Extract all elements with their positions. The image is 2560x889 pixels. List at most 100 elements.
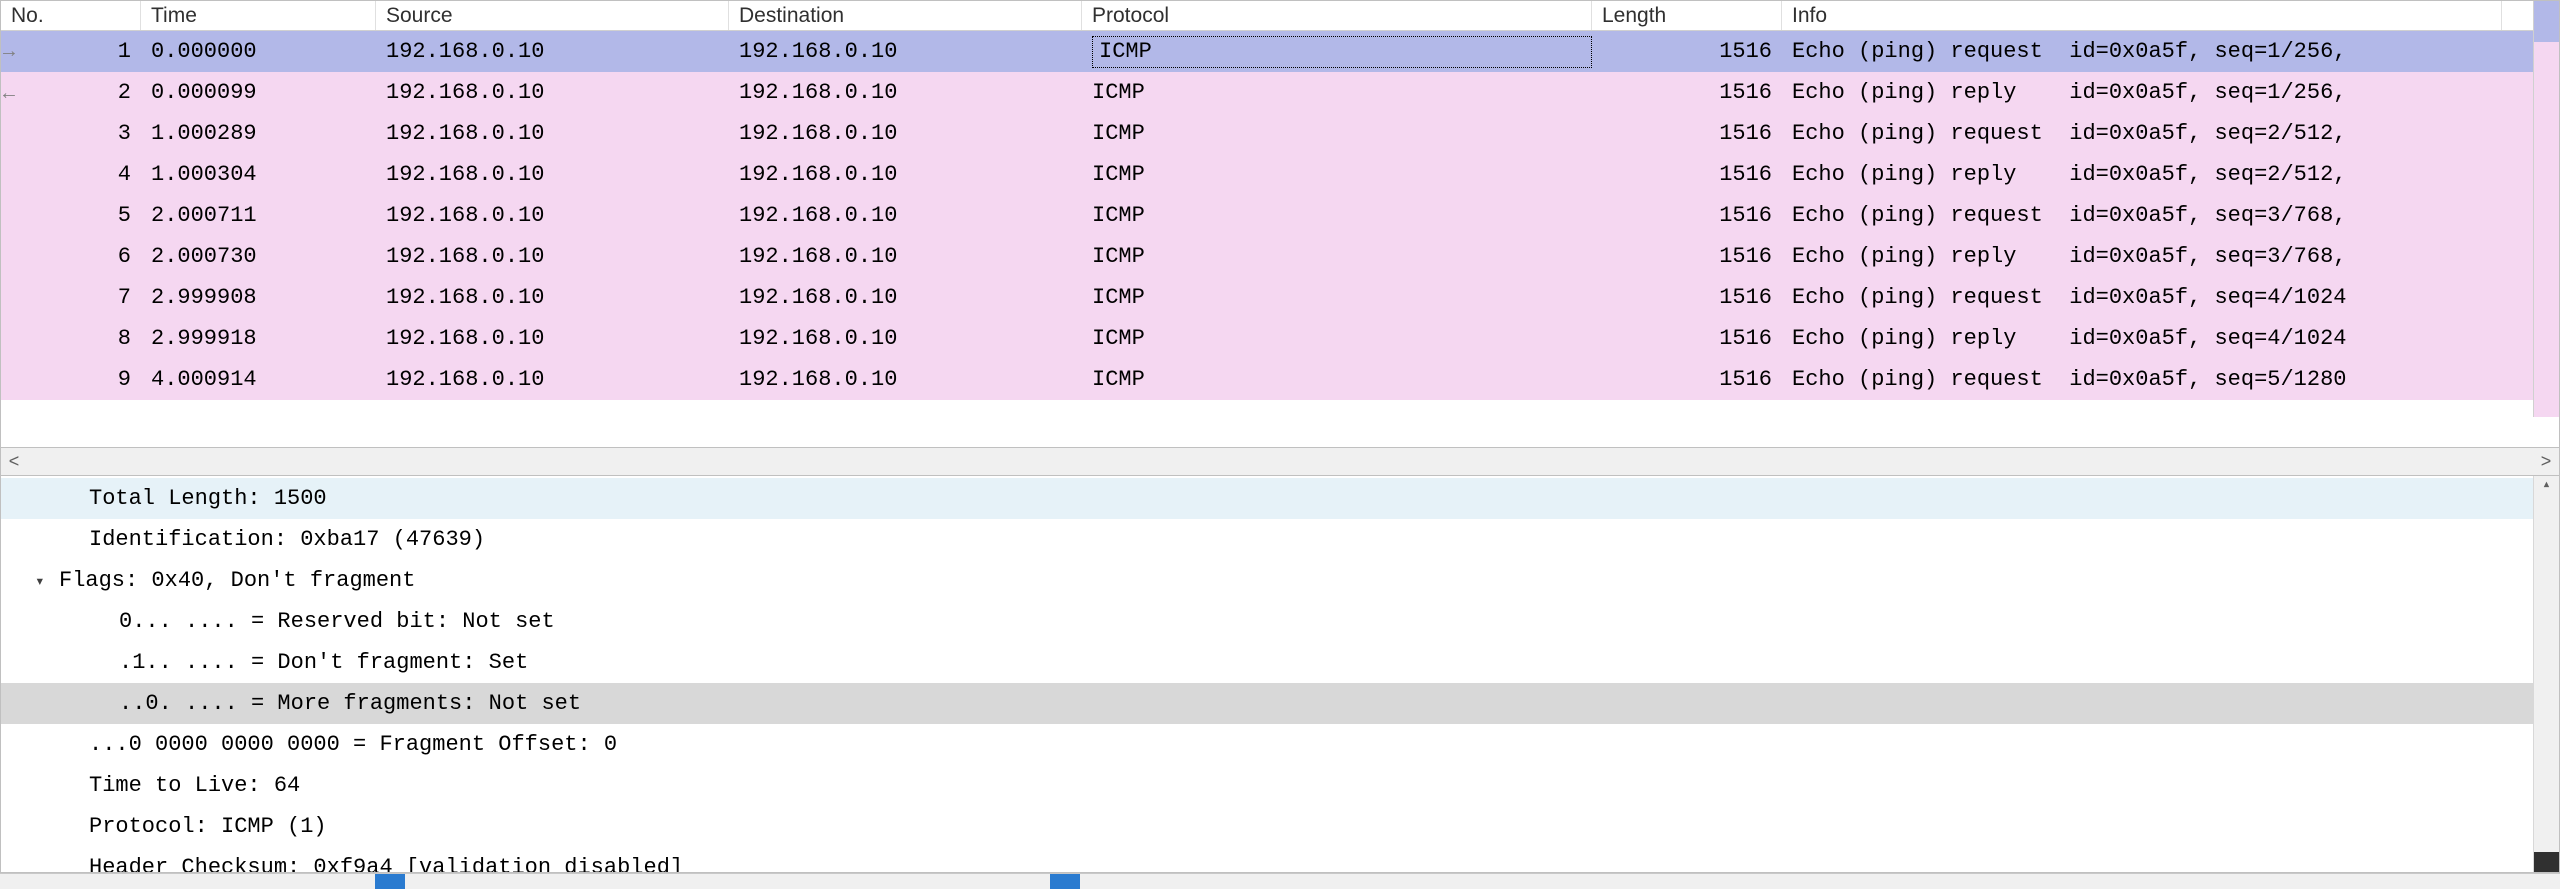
cell-time: 2.999918: [141, 318, 376, 359]
cell-time: 2.000730: [141, 236, 376, 277]
cell-source: 192.168.0.10: [376, 113, 729, 154]
packet-list-pane[interactable]: No. Time Source Destination Protocol Len…: [0, 0, 2560, 448]
cell-protocol: ICMP: [1082, 72, 1592, 113]
cell-destination: 192.168.0.10: [729, 72, 1082, 113]
detail-dont-fragment[interactable]: .1.. .... = Don't fragment: Set: [1, 642, 2559, 683]
detail-ttl[interactable]: Time to Live: 64: [1, 765, 2559, 806]
cell-info: Echo (ping) reply id=0x0a5f, seq=3/768,: [1782, 236, 2502, 277]
cell-no: 2: [1, 72, 141, 113]
cell-destination: 192.168.0.10: [729, 113, 1082, 154]
cell-source: 192.168.0.10: [376, 236, 729, 277]
cell-source: 192.168.0.10: [376, 72, 729, 113]
cell-source: 192.168.0.10: [376, 31, 729, 72]
cell-info: Echo (ping) request id=0x0a5f, seq=1/256…: [1782, 31, 2502, 72]
cell-length: 1516: [1592, 31, 1782, 72]
table-row[interactable]: 82.999918192.168.0.10192.168.0.10ICMP151…: [1, 318, 2533, 359]
cell-time: 1.000289: [141, 113, 376, 154]
cell-length: 1516: [1592, 195, 1782, 236]
cell-info: Echo (ping) request id=0x0a5f, seq=2/512…: [1782, 113, 2502, 154]
details-vscrollbar[interactable]: ▴ ▾: [2533, 476, 2559, 872]
cell-no: 6: [1, 236, 141, 277]
scroll-up-button[interactable]: ▴: [2534, 476, 2559, 500]
cell-no: 7: [1, 277, 141, 318]
cell-destination: 192.168.0.10: [729, 318, 1082, 359]
detail-checksum[interactable]: Header Checksum: 0xf9a4 [validation disa…: [1, 847, 2559, 873]
cell-no: 9: [1, 359, 141, 400]
chevron-down-icon[interactable]: ▾: [35, 571, 59, 591]
cell-time: 2.000711: [141, 195, 376, 236]
table-row[interactable]: 72.999908192.168.0.10192.168.0.10ICMP151…: [1, 277, 2533, 318]
table-row[interactable]: 94.000914192.168.0.10192.168.0.10ICMP151…: [1, 359, 2533, 400]
detail-reserved-bit[interactable]: 0... .... = Reserved bit: Not set: [1, 601, 2559, 642]
scroll-right-button[interactable]: >: [2533, 451, 2559, 472]
detail-total-length[interactable]: Total Length: 1500: [1, 478, 2559, 519]
cell-time: 0.000099: [141, 72, 376, 113]
table-row[interactable]: 31.000289192.168.0.10192.168.0.10ICMP151…: [1, 113, 2533, 154]
packet-list-header[interactable]: No. Time Source Destination Protocol Len…: [1, 1, 2533, 31]
status-marker-1: [375, 874, 405, 889]
cell-length: 1516: [1592, 236, 1782, 277]
cell-length: 1516: [1592, 113, 1782, 154]
col-header-source[interactable]: Source: [376, 1, 729, 30]
status-strip: [0, 873, 2560, 889]
detail-fragment-offset[interactable]: ...0 0000 0000 0000 = Fragment Offset: 0: [1, 724, 2559, 765]
cell-protocol: ICMP: [1082, 195, 1592, 236]
cell-protocol: ICMP: [1082, 154, 1592, 195]
packet-list-hscrollbar[interactable]: < >: [0, 448, 2560, 476]
detail-flags[interactable]: ▾Flags: 0x40, Don't fragment: [1, 560, 2559, 601]
cell-destination: 192.168.0.10: [729, 236, 1082, 277]
cell-source: 192.168.0.10: [376, 318, 729, 359]
cell-info: Echo (ping) reply id=0x0a5f, seq=1/256,: [1782, 72, 2502, 113]
cell-no: 8: [1, 318, 141, 359]
cell-destination: 192.168.0.10: [729, 277, 1082, 318]
cell-source: 192.168.0.10: [376, 359, 729, 400]
cell-time: 0.000000: [141, 31, 376, 72]
status-marker-2: [1050, 874, 1080, 889]
col-header-destination[interactable]: Destination: [729, 1, 1082, 30]
detail-protocol[interactable]: Protocol: ICMP (1): [1, 806, 2559, 847]
cell-protocol: ICMP: [1082, 318, 1592, 359]
cell-destination: 192.168.0.10: [729, 31, 1082, 72]
cell-no: 4: [1, 154, 141, 195]
col-header-protocol[interactable]: Protocol: [1082, 1, 1592, 30]
col-header-length[interactable]: Length: [1592, 1, 1782, 30]
scroll-corner: [2534, 852, 2559, 872]
detail-flags-label: Flags: 0x40, Don't fragment: [59, 568, 415, 593]
cell-length: 1516: [1592, 359, 1782, 400]
cell-destination: 192.168.0.10: [729, 195, 1082, 236]
cell-info: Echo (ping) request id=0x0a5f, seq=4/102…: [1782, 277, 2502, 318]
cell-info: Echo (ping) reply id=0x0a5f, seq=4/1024: [1782, 318, 2502, 359]
table-row[interactable]: 52.000711192.168.0.10192.168.0.10ICMP151…: [1, 195, 2533, 236]
detail-more-fragments[interactable]: ..0. .... = More fragments: Not set: [1, 683, 2559, 724]
cell-protocol: ICMP: [1082, 113, 1592, 154]
cell-info: Echo (ping) request id=0x0a5f, seq=5/128…: [1782, 359, 2502, 400]
col-header-time[interactable]: Time: [141, 1, 376, 30]
cell-destination: 192.168.0.10: [729, 359, 1082, 400]
cell-length: 1516: [1592, 277, 1782, 318]
minimap-selection: [2534, 1, 2559, 42]
packet-list-minimap[interactable]: [2533, 1, 2559, 417]
col-header-info[interactable]: Info: [1782, 1, 2502, 30]
col-header-no[interactable]: No.: [1, 1, 141, 30]
cell-time: 4.000914: [141, 359, 376, 400]
packet-details-pane[interactable]: Total Length: 1500 Identification: 0xba1…: [0, 476, 2560, 873]
cell-protocol: ICMP: [1082, 277, 1592, 318]
cell-protocol: ICMP: [1082, 31, 1592, 72]
cell-time: 1.000304: [141, 154, 376, 195]
cell-source: 192.168.0.10: [376, 154, 729, 195]
cell-time: 2.999908: [141, 277, 376, 318]
scroll-left-button[interactable]: <: [1, 451, 27, 472]
flow-arrow-left-icon: ←: [3, 83, 15, 106]
cell-length: 1516: [1592, 318, 1782, 359]
table-row[interactable]: 41.000304192.168.0.10192.168.0.10ICMP151…: [1, 154, 2533, 195]
cell-source: 192.168.0.10: [376, 195, 729, 236]
cell-info: Echo (ping) request id=0x0a5f, seq=3/768…: [1782, 195, 2502, 236]
table-row[interactable]: 20.000099192.168.0.10192.168.0.10ICMP151…: [1, 72, 2533, 113]
detail-identification[interactable]: Identification: 0xba17 (47639): [1, 519, 2559, 560]
cell-info: Echo (ping) reply id=0x0a5f, seq=2/512,: [1782, 154, 2502, 195]
table-row[interactable]: 10.000000192.168.0.10192.168.0.10ICMP151…: [1, 31, 2533, 72]
cell-protocol: ICMP: [1082, 236, 1592, 277]
table-row[interactable]: 62.000730192.168.0.10192.168.0.10ICMP151…: [1, 236, 2533, 277]
cell-protocol: ICMP: [1082, 359, 1592, 400]
cell-no: 3: [1, 113, 141, 154]
